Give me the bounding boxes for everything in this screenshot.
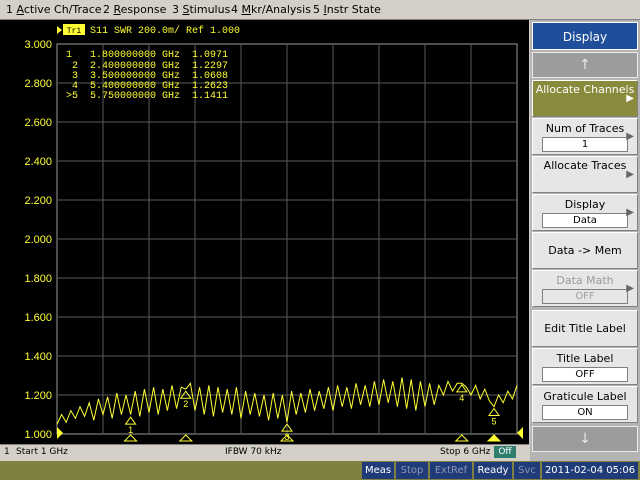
menu-bar: 1 Active Ch/Trace 2 Response 3 Stimulus … [0,0,640,20]
marker-row-value: 1.0971 [192,50,228,61]
y-tick-label: 3.000 [24,39,52,51]
stop-frequency[interactable]: Stop 6 GHz [440,447,490,457]
allocate-channels-button[interactable]: Allocate Channels ▶ [532,80,638,117]
marker-triangle [488,407,500,416]
data-math-button[interactable]: Data Math OFF ▶ [532,270,638,307]
stop-indicator: Stop [396,462,428,479]
marker-triangle [124,416,137,425]
y-tick-label: 2.400 [24,156,52,168]
graticule-label-value: ON [542,405,628,420]
softkey-scroll-down[interactable]: ↓ [532,426,638,452]
display-data-value: Data [542,213,628,228]
graticule-label-button[interactable]: Graticule Label ON [532,386,638,423]
svc-indicator: Svc [514,462,540,479]
extref-indicator: ExtRef [430,462,472,479]
title-label-button[interactable]: Title Label OFF [532,348,638,385]
y-tick-label: 1.400 [24,351,52,363]
menu-active-ch-trace[interactable]: 1 Active Ch/Trace [6,3,102,16]
marker-row-freq: 5.750000000 GHz [90,91,180,102]
channel-number: 1 [4,447,10,457]
chevron-right-icon: ▶ [626,93,634,104]
meas-indicator: Meas [362,462,394,479]
marker-row-label: >5 [66,91,78,102]
title-label-value: OFF [542,367,628,382]
chevron-right-icon: ▶ [626,207,634,218]
y-tick-label: 1.600 [24,312,52,324]
ready-indicator: Ready [474,462,512,479]
marker-row-label: 1 [66,50,72,61]
softkey-panel: Display ↑ Allocate Channels ▶ Num of Tra… [530,20,640,461]
chevron-right-icon: ▶ [626,169,634,180]
data-to-mem-button[interactable]: Data -> Mem [532,232,638,269]
edit-title-label-button[interactable]: Edit Title Label [532,310,638,347]
y-tick-label: 2.200 [24,195,52,207]
y-tick-label: 1.000 [24,429,52,441]
active-trace-indicator [57,26,62,34]
data-math-value: OFF [542,289,628,304]
marker-row-value: 1.1411 [192,91,228,102]
y-tick-label: 1.200 [24,390,52,402]
menu-instr-state[interactable]: 5 Instr State [313,3,381,16]
menu-response[interactable]: 2 Response [103,3,166,16]
y-tick-label: 2.800 [24,78,52,90]
softkey-scroll-up[interactable]: ↑ [532,52,638,78]
y-tick-label: 2.000 [24,234,52,246]
if-bandwidth[interactable]: IFBW 70 kHz [225,447,281,457]
chevron-right-icon: ▶ [626,283,634,294]
start-frequency[interactable]: Start 1 GHz [16,447,68,457]
y-tick-label: 1.800 [24,273,52,285]
marker-stimulus-pointer [454,434,470,442]
marker-stimulus-pointer [123,434,138,442]
softkey-menu-title[interactable]: Display [532,22,638,50]
instrument-status-bar: Meas Stop ExtRef Ready Svc 2011-02-04 05… [0,461,640,480]
trace-header: S11 SWR 200.0m/ Ref 1.000 [90,25,240,37]
swr-chart: 3.000 2.800 2.600 2.400 2.200 2.000 1.800 1.600… [24,24,523,442]
y-tick-labels: 3.000 2.800 2.600 2.400 2.200 2.000 1.800 1.600… [24,39,52,441]
marker-number-label: 1 [128,425,133,435]
y-tick-label: 2.600 [24,117,52,129]
menu-mkr-analysis[interactable]: 4 Mkr/Analysis [231,3,311,16]
graticule [57,44,517,434]
trace-badge-label: Tr1 [67,27,82,36]
marker-stimulus-pointer [178,434,194,442]
channel-status-bar: 1 Start 1 GHz IFBW 70 kHz Stop 6 GHz Off [0,444,529,460]
menu-stimulus[interactable]: 3 Stimulus [172,3,230,16]
marker-number-label: 5 [491,416,496,426]
date-time: 2011-02-04 05:06 [542,462,638,479]
num-of-traces-value: 1 [542,137,628,152]
sweep-status-badge: Off [494,446,516,458]
display-data-button[interactable]: Display Data ▶ [532,194,638,231]
marker-stimulus-pointer [486,434,502,442]
marker-table: 1 1.800000000 GHz 1.0971 2 2.400000000 G… [66,50,228,102]
allocate-traces-button[interactable]: Allocate Traces ▶ [532,156,638,193]
marker-number-label: 4 [459,393,464,403]
marker-row-freq: 1.800000000 GHz [90,50,180,61]
marker-number-label: 2 [183,399,188,409]
trace-display[interactable]: 3.000 2.800 2.600 2.400 2.200 2.000 1.800 1.600… [0,20,529,444]
num-of-traces-button[interactable]: Num of Traces 1 ▶ [532,118,638,155]
reference-position-marker-right [517,427,523,439]
chevron-right-icon: ▶ [626,131,634,142]
reference-position-marker-left [57,427,63,439]
